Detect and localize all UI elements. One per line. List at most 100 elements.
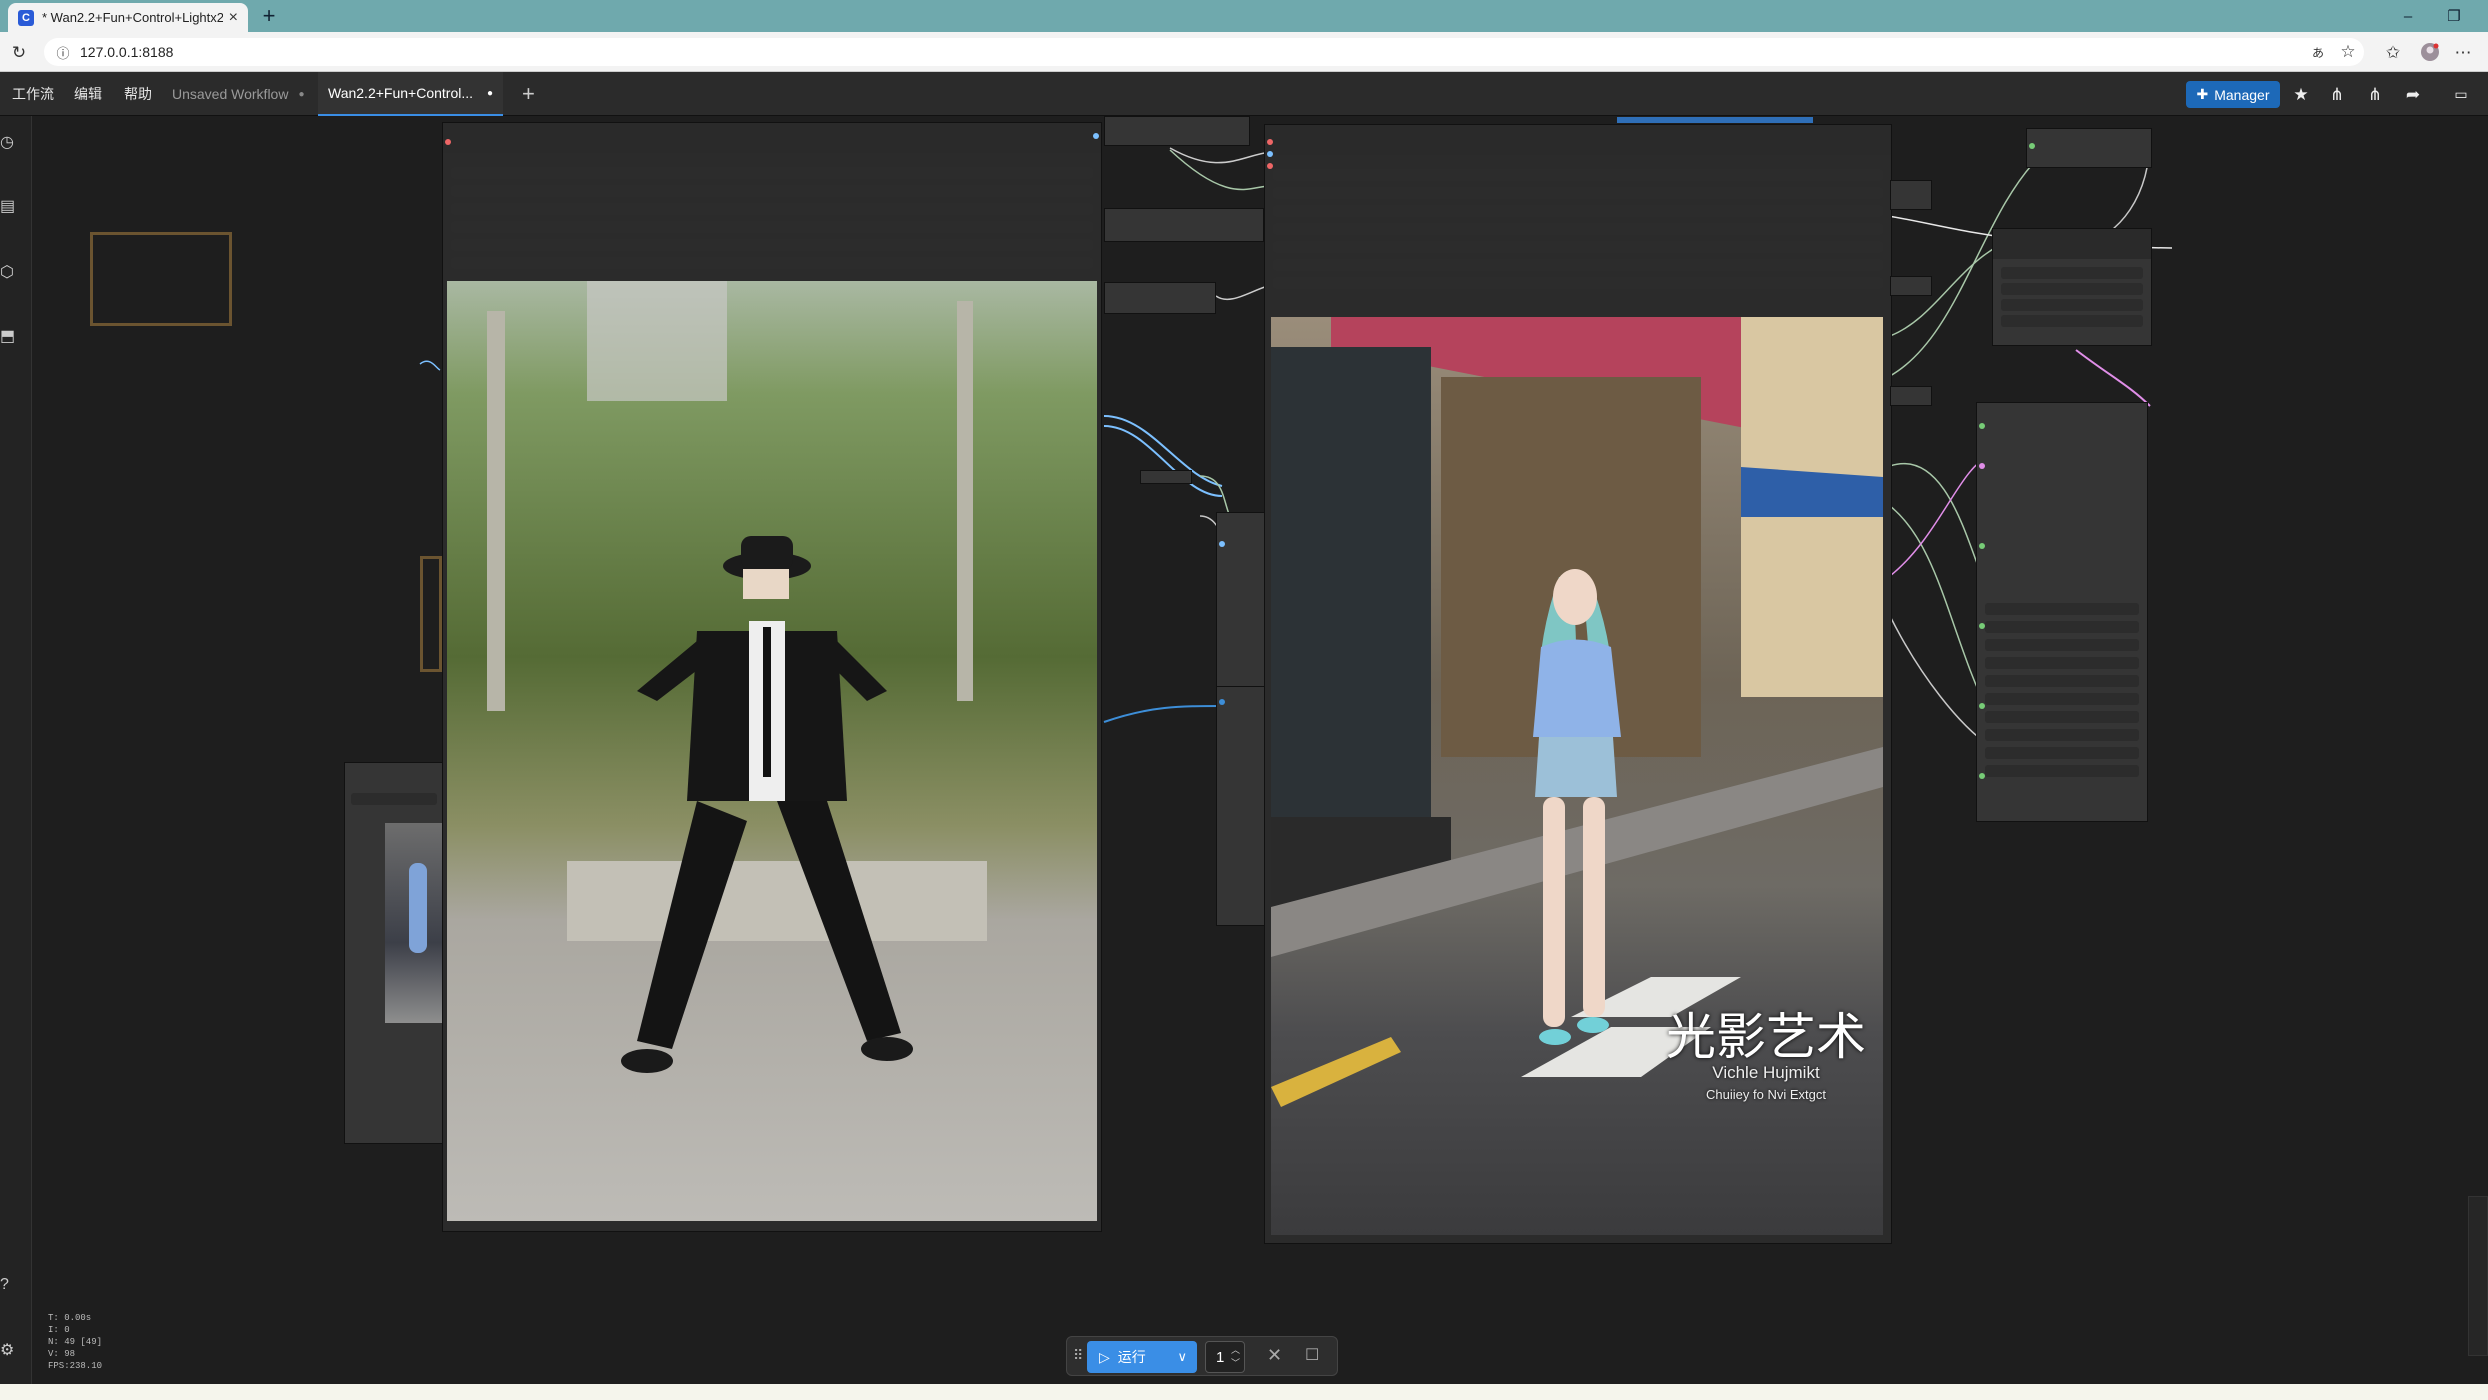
panel-toggle-icon[interactable]: ▭ (2446, 81, 2476, 108)
node-output-slot[interactable] (1093, 133, 1099, 139)
node-collapsed[interactable] (1104, 208, 1264, 242)
node-widget[interactable] (451, 185, 1093, 197)
node-widget[interactable] (1985, 621, 2139, 633)
node-collapsed[interactable] (1104, 116, 1250, 146)
node-collapsed[interactable] (1890, 386, 1932, 406)
address-input[interactable]: ⓘ 127.0.0.1:8188 あ ☆ (44, 38, 2364, 66)
profile-avatar[interactable] (2418, 40, 2442, 64)
node-widget[interactable] (351, 793, 437, 805)
node-widget[interactable] (1985, 639, 2139, 651)
more-options-icon[interactable]: ⋯ (2452, 42, 2474, 64)
node-widget[interactable] (451, 239, 1093, 251)
workflow-tab-active[interactable]: Wan2.2+Fun+Control... ● (318, 72, 504, 116)
node-widget[interactable] (451, 257, 1093, 269)
stop-icon[interactable]: ☐ (1305, 1345, 1319, 1365)
workflows-icon[interactable]: ⬒ (0, 326, 18, 345)
node-input-slot[interactable] (445, 139, 451, 145)
node-widget[interactable] (1985, 603, 2139, 615)
sampler-node[interactable] (1976, 402, 2148, 822)
menu-workflow[interactable]: 工作流 (12, 72, 54, 116)
new-tab-button[interactable]: + (256, 3, 282, 29)
node-widget[interactable] (1273, 187, 1883, 199)
node-title-bar[interactable] (1993, 229, 2151, 259)
queue-icon[interactable]: ⋔ (2322, 81, 2352, 108)
run-button[interactable]: ▷ 运行 ∨ (1087, 1341, 1197, 1373)
node-widget[interactable] (1273, 259, 1883, 271)
node-widget[interactable] (2001, 299, 2143, 311)
star-icon[interactable]: ★ (2286, 81, 2316, 108)
video-combine-node[interactable]: 光影艺术 Vichle Hujmikt Chuiiey fo Nvi Extgc… (1264, 117, 1892, 1244)
node-input-slot[interactable] (1979, 703, 1985, 709)
browser-tab[interactable]: C * Wan2.2+Fun+Control+Lightx2v × (8, 3, 248, 32)
menu-edit[interactable]: 编辑 (74, 72, 102, 116)
node-input-slot[interactable] (1267, 139, 1273, 145)
node-widget[interactable] (2001, 267, 2143, 279)
node-collapsed[interactable] (2026, 128, 2152, 168)
node-input-slot[interactable] (1267, 151, 1273, 157)
node-widget[interactable] (1273, 223, 1883, 235)
history-icon[interactable]: ⋔ (2360, 81, 2390, 108)
node-input-slot[interactable] (1979, 463, 1985, 469)
node-widget[interactable] (1985, 693, 2139, 705)
node-title-bar[interactable] (1265, 125, 1891, 155)
node-widget[interactable] (1273, 241, 1883, 253)
node-collapsed[interactable] (1890, 276, 1932, 296)
drag-handle-icon[interactable]: ⠿ (1073, 1347, 1083, 1364)
node-input-slot[interactable] (1219, 699, 1225, 705)
canvas-controls[interactable] (2468, 1196, 2488, 1356)
node-widget[interactable] (1273, 169, 1883, 181)
graph-canvas[interactable]: 光影艺术 Vichle Hujmikt Chuiiey fo Nvi Extgc… (0, 116, 2488, 1384)
menu-help[interactable]: 帮助 (124, 72, 152, 116)
node-widget[interactable] (1273, 277, 1883, 289)
node-title-bar[interactable] (443, 123, 1101, 153)
close-tab-icon[interactable]: × (229, 9, 238, 27)
info-icon[interactable]: ⓘ (54, 43, 72, 61)
cancel-icon[interactable]: ✕ (1267, 1345, 1282, 1366)
favorite-star-icon[interactable]: ☆ (2338, 42, 2358, 62)
settings-node[interactable] (1992, 228, 2152, 346)
restore-button[interactable]: ❐ (2434, 4, 2474, 28)
node-widget[interactable] (451, 203, 1093, 215)
stat-line: N: 49 [49] (48, 1337, 103, 1347)
node-collapsed[interactable] (1104, 282, 1216, 314)
reload-icon[interactable]: ↻ (8, 42, 30, 64)
workflow-tab-unsaved[interactable]: Unsaved Workflow ● (162, 72, 315, 116)
preview-node[interactable] (344, 762, 445, 1144)
node-widget[interactable] (451, 221, 1093, 233)
node-library-icon[interactable]: ▤ (0, 196, 18, 215)
node-input-slot[interactable] (2029, 143, 2035, 149)
queue-history-icon[interactable]: ◷ (0, 132, 18, 151)
collections-icon[interactable]: ✩ (2382, 42, 2404, 64)
node-collapsed[interactable] (1890, 180, 1932, 210)
node-widget[interactable] (1985, 711, 2139, 723)
node-widget[interactable] (2001, 315, 2143, 327)
settings-gear-icon[interactable]: ⚙ (0, 1340, 18, 1359)
node-input-slot[interactable] (1219, 541, 1225, 547)
node-widget[interactable] (1985, 765, 2139, 777)
chevron-down-icon[interactable]: ∨ (1177, 1349, 1187, 1365)
group-frame[interactable] (90, 232, 232, 326)
node-widget[interactable] (1985, 657, 2139, 669)
node-input-slot[interactable] (1267, 163, 1273, 169)
share-icon[interactable]: ➦ (2398, 81, 2428, 108)
stepper-icon[interactable]: ︿ ﹀ (1231, 1344, 1240, 1370)
minimize-button[interactable]: – (2388, 4, 2428, 28)
node-collapsed[interactable] (1140, 470, 1192, 484)
add-workflow-tab-icon[interactable]: + (522, 72, 535, 116)
node-widget[interactable] (1985, 729, 2139, 741)
node-collapsed[interactable] (1216, 686, 1266, 926)
node-widget[interactable] (1273, 205, 1883, 217)
group-frame[interactable] (420, 556, 442, 672)
node-input-slot[interactable] (1979, 423, 1985, 429)
batch-count-input[interactable]: 1 ︿ ﹀ (1205, 1341, 1245, 1373)
node-widget[interactable] (1985, 675, 2139, 687)
node-input-slot[interactable] (1979, 543, 1985, 549)
model-library-icon[interactable]: ⬡ (0, 262, 18, 281)
translate-icon[interactable]: あ (2308, 43, 2328, 61)
node-widget[interactable] (451, 167, 1093, 179)
help-icon[interactable]: ? (0, 1276, 18, 1294)
node-widget[interactable] (2001, 283, 2143, 295)
load-video-node[interactable] (442, 122, 1102, 1232)
node-widget[interactable] (1985, 747, 2139, 759)
manager-button[interactable]: ✚ Manager (2186, 81, 2280, 108)
